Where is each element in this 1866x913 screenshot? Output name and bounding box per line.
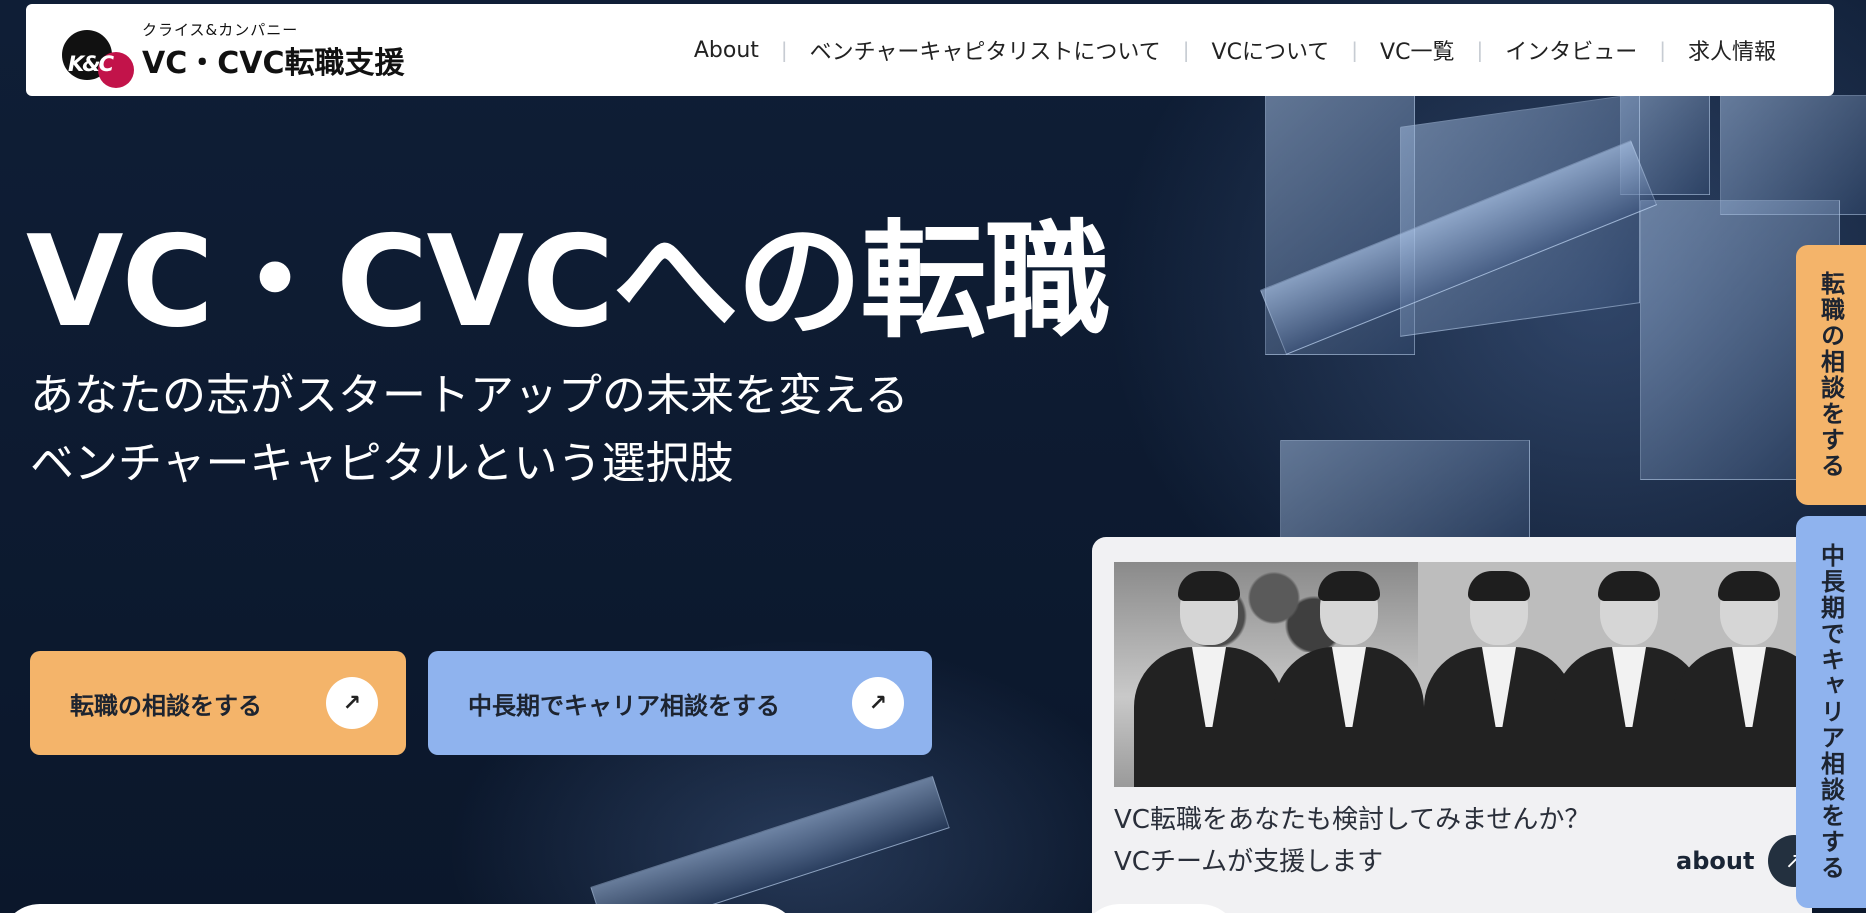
logo-subtitle: クライス&カンパニー <box>142 20 299 39</box>
nav-venture-capitalist[interactable]: ベンチャーキャピタリストについて <box>788 34 1183 66</box>
nav-jobs[interactable]: 求人情報 <box>1666 34 1798 66</box>
career-consult-label: 中長期でキャリア相談をする <box>468 691 780 720</box>
about-card: VC転職をあなたも検討してみませんか？ VCチームが支援します about ↗ <box>1092 537 1820 913</box>
team-photo <box>1114 562 1798 787</box>
nav-about-vc[interactable]: VCについて <box>1190 34 1352 66</box>
nav-separator: | <box>780 38 788 62</box>
arrow-up-right-icon: ↗ <box>326 677 378 729</box>
logo-icon: K&C <box>60 16 136 88</box>
hero-subtitle: あなたの志がスタートアップの未来を変える ベンチャーキャピタルという選択肢 <box>30 362 909 498</box>
side-tab-consult-job[interactable]: 転職の相談をする <box>1796 245 1866 505</box>
hero-subtitle-line1: あなたの志がスタートアップの未来を変える <box>30 370 909 421</box>
card-line1: VC転職をあなたも検討してみませんか？ <box>1114 805 1591 835</box>
card-description: VC転職をあなたも検討してみませんか？ VCチームが支援します <box>1114 799 1590 883</box>
nav-separator: | <box>1476 38 1484 62</box>
glass-block <box>590 775 950 913</box>
logo[interactable]: K&C クライス&カンパニー VC・CVC転職支援 <box>60 16 405 88</box>
glass-block <box>1720 95 1866 215</box>
hero-subtitle-line2: ベンチャーキャピタルという選択肢 <box>30 438 734 489</box>
nav-vc-list[interactable]: VC一覧 <box>1358 34 1476 66</box>
nav-about[interactable]: About <box>672 38 781 63</box>
nav-interview[interactable]: インタビュー <box>1483 34 1659 66</box>
nav-separator: | <box>1659 38 1666 62</box>
next-section-edge <box>0 904 800 913</box>
logo-text: クライス&カンパニー VC・CVC転職支援 <box>142 19 405 82</box>
logo-title: VC・CVC転職支援 <box>142 45 405 81</box>
arrow-up-right-icon: ↗ <box>852 677 904 729</box>
side-tab-career-consult[interactable]: 中長期でキャリア相談をする <box>1796 516 1866 908</box>
site-header: K&C クライス&カンパニー VC・CVC転職支援 About | ベンチャーキ… <box>26 4 1834 96</box>
about-link[interactable]: about <box>1676 847 1754 875</box>
card-line2: VCチームが支援します <box>1114 847 1384 877</box>
main-nav: About | ベンチャーキャピタリストについて | VCについて | VC一覧… <box>672 34 1798 66</box>
hero-title: VC・CVCへの転職 <box>26 208 1110 355</box>
nav-separator: | <box>1351 38 1359 62</box>
consult-job-button[interactable]: 転職の相談をする ↗ <box>30 651 406 755</box>
nav-separator: | <box>1182 38 1190 62</box>
career-consult-button[interactable]: 中長期でキャリア相談をする ↗ <box>428 651 932 755</box>
consult-job-label: 転職の相談をする <box>70 691 262 720</box>
